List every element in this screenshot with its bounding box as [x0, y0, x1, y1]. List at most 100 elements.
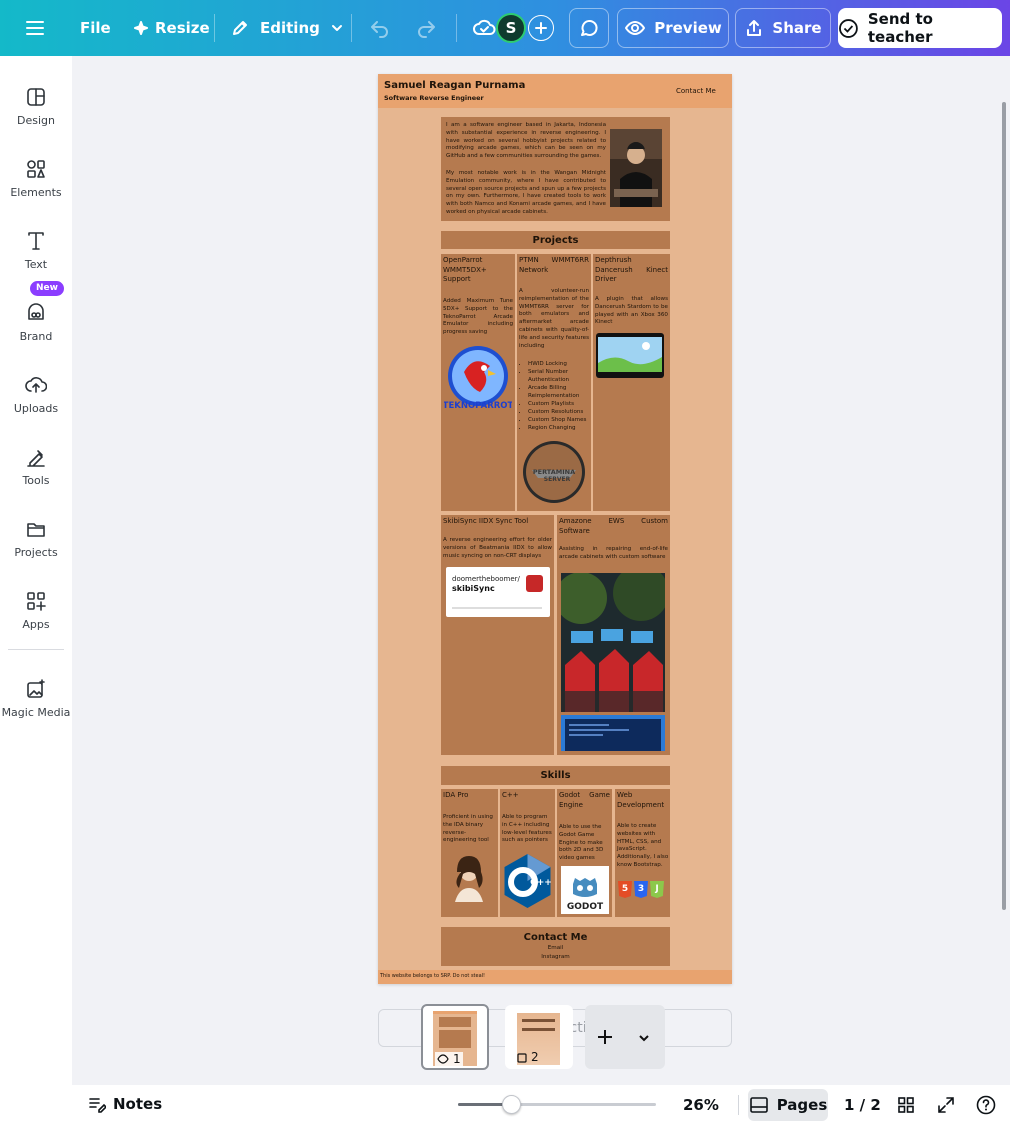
grid-view-button[interactable] [897, 1096, 915, 1114]
left-sidebar: Design Elements Text Brand New Uploads T… [0, 56, 72, 1125]
site-name: Samuel Reagan Purnama [384, 80, 526, 91]
zoom-level[interactable]: 26% [683, 1096, 719, 1114]
ptmn-feature-item: Custom Resolutions [528, 408, 590, 416]
divider [738, 1095, 739, 1115]
about-paragraph-2: My most notable work is in the Wangan Mi… [446, 170, 606, 215]
redo-button[interactable] [415, 0, 437, 56]
save-status-button[interactable] [472, 0, 498, 56]
site-role: Software Reverse Engineer [384, 94, 484, 102]
profile-photo [610, 129, 662, 207]
copy-icon [517, 1053, 527, 1063]
comments-button[interactable] [569, 8, 609, 48]
javascript-icon: J [650, 881, 664, 898]
chevron-down-icon[interactable] [637, 1031, 651, 1045]
menu-button[interactable] [24, 0, 48, 56]
cabinet-software-screen [561, 715, 665, 751]
svg-text:PERTAMINA: PERTAMINA [533, 468, 575, 476]
sidebar-item-uploads[interactable]: Uploads [0, 366, 72, 426]
tools-icon [27, 450, 45, 467]
pages-button[interactable]: Pages [748, 1089, 828, 1121]
apps-icon [27, 592, 46, 611]
fullscreen-button[interactable] [937, 1096, 955, 1114]
share-icon [747, 20, 762, 36]
teknoparrot-wordmark: TEKNOPARROT [444, 401, 512, 411]
plus-icon [598, 1030, 612, 1044]
contact-instagram-link[interactable]: Instagram [441, 953, 670, 961]
uploads-icon [25, 377, 47, 393]
sidebar-item-apps[interactable]: Apps [0, 582, 72, 642]
skill-title: Web Development [617, 791, 665, 809]
undo-button[interactable] [369, 0, 391, 56]
ida-pro-portrait [445, 852, 494, 902]
share-button[interactable]: Share [735, 8, 831, 48]
avatar[interactable]: S [496, 0, 526, 56]
sidebar-item-design[interactable]: Design [0, 78, 72, 138]
help-icon [976, 1095, 996, 1115]
about-paragraph-1: I am a software engineer based in Jakart… [446, 122, 606, 160]
project-card-depthrush [593, 254, 670, 511]
project-desc: A volunteer-run reimplementation of the … [519, 288, 589, 349]
skibisync-repo-card: doomertheboomer/ skibiSync [446, 567, 550, 617]
page-thumbnail-2[interactable]: 2 [505, 1005, 573, 1069]
editing-dropdown[interactable]: Editing [230, 0, 344, 56]
ptmn-feature-item: Custom Shop Names [528, 416, 590, 424]
ptmn-feature-item: Arcade Billing Reimplementation [528, 384, 590, 400]
magic-media-icon [27, 679, 45, 698]
file-button[interactable]: File [80, 0, 111, 56]
divider [351, 14, 352, 42]
contact-heading: Contact Me [523, 932, 588, 943]
project-title: Amazone EWS Custom Software [559, 517, 668, 535]
divider [214, 14, 215, 42]
pencil-icon [233, 21, 247, 35]
page-strip: + Add section 1 2 [0, 995, 1010, 1079]
zoom-slider-track[interactable] [458, 1095, 656, 1114]
elements-icon [27, 160, 45, 178]
sidebar-item-text[interactable]: Text [0, 222, 72, 282]
new-badge: New [30, 281, 64, 296]
cpp-logo: C++ [501, 852, 554, 910]
skill-desc: Proficient in using the IDA binary rever… [443, 814, 493, 844]
add-collaborator-button[interactable] [528, 0, 554, 56]
svg-text:C++: C++ [530, 878, 552, 888]
notes-icon [89, 1098, 106, 1113]
ptmn-feature-item: Serial Number Authentication [528, 368, 590, 384]
sidebar-item-elements[interactable]: Elements [0, 150, 72, 210]
zoom-slider-handle[interactable] [502, 1095, 521, 1114]
preview-button[interactable]: Preview [617, 8, 729, 48]
project-title: SkibiSync IIDX Sync Tool [443, 517, 529, 525]
godot-logo: GODOT [561, 866, 609, 914]
project-title: PTMN WMMT6RR Network [519, 256, 589, 274]
add-page-button[interactable] [585, 1005, 665, 1069]
svg-text:SERVER: SERVER [544, 476, 571, 483]
design-icon [27, 88, 45, 106]
sidebar-item-brand[interactable]: Brand [0, 294, 72, 354]
comment-icon [581, 19, 598, 36]
help-button[interactable] [976, 1095, 996, 1115]
eye-icon [437, 1054, 449, 1064]
check-circle-icon [839, 18, 858, 38]
chevron-down-icon [331, 25, 342, 31]
notes-button[interactable]: Notes [88, 1095, 162, 1113]
sidebar-item-magic-media[interactable]: Magic Media [0, 670, 72, 730]
design-page[interactable]: Samuel Reagan Purnama Software Reverse E… [378, 74, 732, 984]
css3-icon: 3 [634, 881, 648, 898]
page-counter: 1 / 2 [844, 1096, 881, 1114]
web-tech-badges: 5 3 J [618, 881, 664, 898]
vertical-scrollbar[interactable] [1002, 102, 1006, 910]
ptmn-feature-list: HWID LockingSerial Number Authentication… [528, 360, 590, 432]
top-bar: File Resize Editing S Preview Share Send… [0, 0, 1010, 56]
grid-icon [898, 1097, 914, 1113]
contact-email-link[interactable]: Email [441, 944, 670, 952]
sidebar-item-tools[interactable]: Tools [0, 438, 72, 498]
project-desc: Assisting in repairing end-of-life arcad… [559, 546, 668, 560]
contact-me-link[interactable]: Contact Me [676, 87, 716, 96]
resize-button[interactable]: Resize [134, 0, 210, 56]
ptmn-feature-item: Region Changing [528, 424, 590, 432]
pertamina-server-logo: PERTAMINA SERVER [520, 438, 588, 506]
eye-icon [625, 21, 646, 35]
skill-title: C++ [502, 791, 519, 799]
send-to-teacher-button[interactable]: Send to teacher [838, 8, 1002, 48]
sidebar-item-projects[interactable]: Projects [0, 510, 72, 570]
page-thumbnail-1[interactable]: 1 [421, 1004, 489, 1070]
depthrush-screenshot [596, 333, 664, 378]
